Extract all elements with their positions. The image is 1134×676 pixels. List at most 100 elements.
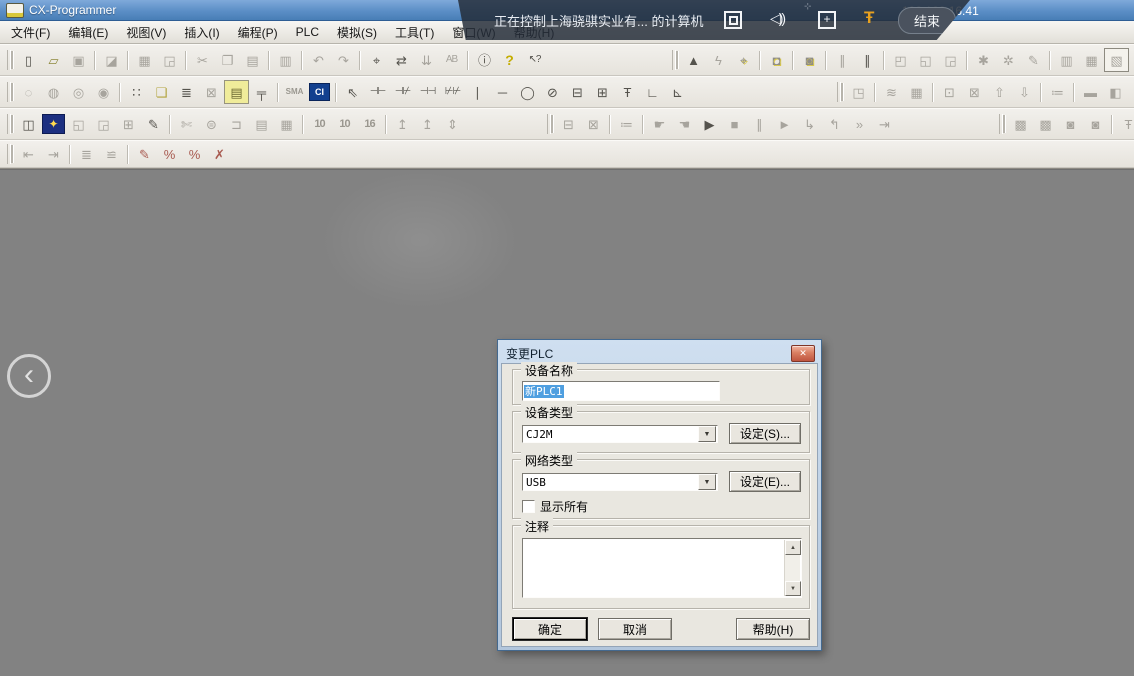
toolbar-grip[interactable] xyxy=(7,50,11,70)
output-window-button[interactable]: ⊐ xyxy=(224,112,249,136)
compile-all-button[interactable]: ✲ xyxy=(996,48,1021,72)
horizontal-line-button[interactable]: ─ xyxy=(490,80,515,104)
sim-run-button[interactable]: ▶ xyxy=(697,112,722,136)
work-online-simulator-button[interactable]: ϟ xyxy=(706,48,731,72)
mem-view-3-button[interactable]: ◙ xyxy=(1058,112,1083,136)
help-topics-button[interactable]: ? xyxy=(497,48,522,72)
menu-file[interactable]: 文件(F) xyxy=(2,22,59,43)
scroll-down-icon[interactable]: ▼ xyxy=(785,581,801,596)
transfer-from-plc-button[interactable]: ◲ xyxy=(938,48,963,72)
vertical-tee-button[interactable]: Ŧ xyxy=(615,80,640,104)
menu-plc[interactable]: PLC xyxy=(287,23,328,41)
mark-percent-down-button[interactable]: % xyxy=(157,142,182,166)
network-type-select[interactable]: USB ▼ xyxy=(522,473,718,491)
address-reference-button[interactable]: ⊜ xyxy=(199,112,224,136)
menu-view[interactable]: 视图(V) xyxy=(117,22,175,43)
stack-view-button[interactable]: ≋ xyxy=(879,80,904,104)
about-button[interactable]: ⓘ xyxy=(472,48,497,72)
toolbar-grip[interactable] xyxy=(837,82,841,102)
upload-2-button[interactable]: ↥ xyxy=(415,112,440,136)
context-help-button[interactable]: ↖? xyxy=(522,48,547,72)
chevron-down-icon[interactable]: ▼ xyxy=(698,474,716,490)
pane-1-button[interactable]: ▬ xyxy=(1078,80,1103,104)
toolbar-grip[interactable] xyxy=(999,114,1003,134)
mem-view-2-button[interactable]: ▩ xyxy=(1033,112,1058,136)
mark-edit-button[interactable]: ✎ xyxy=(132,142,157,166)
print-preview-button[interactable]: ◲ xyxy=(157,48,182,72)
menu-simulation[interactable]: 模拟(S) xyxy=(328,22,386,43)
sim-watch-button[interactable]: ≔ xyxy=(614,112,639,136)
replace-button[interactable]: ⇄ xyxy=(389,48,414,72)
redo-button[interactable]: ↷ xyxy=(331,48,356,72)
transfer-to-plc-button[interactable]: ◱ xyxy=(913,48,938,72)
monitor-view-2-button[interactable]: ▦ xyxy=(1079,48,1104,72)
comment-scrollbar[interactable]: ▲ ▼ xyxy=(784,540,800,596)
window-settings-button[interactable]: ◳ xyxy=(846,80,871,104)
monitor-view-4-button[interactable]: ▨ xyxy=(1129,48,1134,72)
align-comments-button[interactable]: ≌ xyxy=(99,142,124,166)
contact-or-nc-button[interactable]: ⊬⊬ xyxy=(440,80,465,104)
diff-up-button[interactable]: Ŧ xyxy=(1116,112,1134,136)
show-all-checkbox[interactable] xyxy=(522,500,535,513)
device-type-settings-button[interactable]: 设定(S)... xyxy=(729,423,801,444)
zoom-in-button[interactable]: ◍ xyxy=(41,80,66,104)
save-button[interactable]: ▣ xyxy=(66,48,91,72)
toolbar-grip[interactable] xyxy=(672,50,676,70)
pause-1-button[interactable]: ∥ xyxy=(830,48,855,72)
menu-edit[interactable]: 编辑(E) xyxy=(59,22,117,43)
hex-16-button[interactable]: 16 xyxy=(357,112,382,136)
menu-program[interactable]: 编程(P) xyxy=(229,22,287,43)
zoom-out-button[interactable]: ◎ xyxy=(66,80,91,104)
find-all-button[interactable]: ⇊ xyxy=(414,48,439,72)
toolbar-grip[interactable] xyxy=(7,144,11,164)
pin-icon[interactable]: Ŧ xyxy=(864,8,874,28)
symbol-list-button[interactable]: ▤ xyxy=(249,112,274,136)
cancel-button[interactable]: 取消 xyxy=(598,618,672,640)
window-monitor-button[interactable]: ◱ xyxy=(66,112,91,136)
cut-button[interactable]: ✂ xyxy=(190,48,215,72)
mem-view-1-button[interactable]: ▩ xyxy=(1008,112,1033,136)
show-mnemonics-button[interactable]: SMA xyxy=(282,80,307,104)
contact-no-button[interactable]: ⊣⊢ xyxy=(365,80,390,104)
fullscreen-icon[interactable] xyxy=(724,11,742,29)
show-symbol-bar-button[interactable]: CI xyxy=(309,83,330,101)
change-model-button[interactable]: AB xyxy=(439,48,464,72)
outdent-button[interactable]: ⇤ xyxy=(16,142,41,166)
network-type-settings-button[interactable]: 设定(E)... xyxy=(729,471,801,492)
zoom-normal-button[interactable]: ◌ xyxy=(16,80,41,104)
show-rung-annotations-button[interactable]: ≣ xyxy=(174,80,199,104)
coil-button[interactable]: ◯ xyxy=(515,80,540,104)
properties-button[interactable]: ✎ xyxy=(141,112,166,136)
new-button[interactable]: ▯ xyxy=(16,48,41,72)
program-check-button[interactable]: ◰ xyxy=(888,48,913,72)
online-edit-button[interactable]: ✎ xyxy=(1021,48,1046,72)
open-button[interactable]: ▱ xyxy=(41,48,66,72)
paste-attributes-button[interactable]: ▥ xyxy=(273,48,298,72)
select-tool-button[interactable]: ⇖ xyxy=(340,80,365,104)
contact-nc-button[interactable]: ⊣⊬ xyxy=(390,80,415,104)
upload-download-button[interactable]: ⇕ xyxy=(440,112,465,136)
step-out-button[interactable]: ↰ xyxy=(822,112,847,136)
force-on-button[interactable]: ⇧ xyxy=(987,80,1012,104)
sim-window-button[interactable]: ⊟ xyxy=(556,112,581,136)
window-reference-button[interactable]: ◲ xyxy=(91,112,116,136)
hand-resume-button[interactable]: ☚ xyxy=(672,112,697,136)
banner-drag-handle-icon[interactable]: ⊹ xyxy=(804,1,812,12)
back-circle-button[interactable]: ‹ xyxy=(7,354,51,398)
contact-or-no-button[interactable]: ⊣⊣ xyxy=(415,80,440,104)
dialog-close-button[interactable]: ✕ xyxy=(791,345,815,362)
comment-textarea[interactable]: ▲ ▼ xyxy=(522,538,802,598)
device-name-input[interactable]: 新PLC1 xyxy=(522,381,720,401)
show-comments-button[interactable]: ❏ xyxy=(149,80,174,104)
online-find-button[interactable]: ⌖ xyxy=(731,48,756,72)
compile-button[interactable]: ✱ xyxy=(971,48,996,72)
window-split-button[interactable]: ⊞ xyxy=(116,112,141,136)
new-window-icon[interactable]: + xyxy=(818,11,836,29)
align-rungs-button[interactable]: ≣ xyxy=(74,142,99,166)
io-comment-button[interactable]: ▦ xyxy=(274,112,299,136)
print-button[interactable]: ▦ xyxy=(132,48,157,72)
paste-button[interactable]: ▤ xyxy=(240,48,265,72)
vertical-line-button[interactable]: ∣ xyxy=(465,80,490,104)
reset-bit-button[interactable]: ⊠ xyxy=(962,80,987,104)
monitor-view-3-button[interactable]: ▧ xyxy=(1104,48,1129,72)
